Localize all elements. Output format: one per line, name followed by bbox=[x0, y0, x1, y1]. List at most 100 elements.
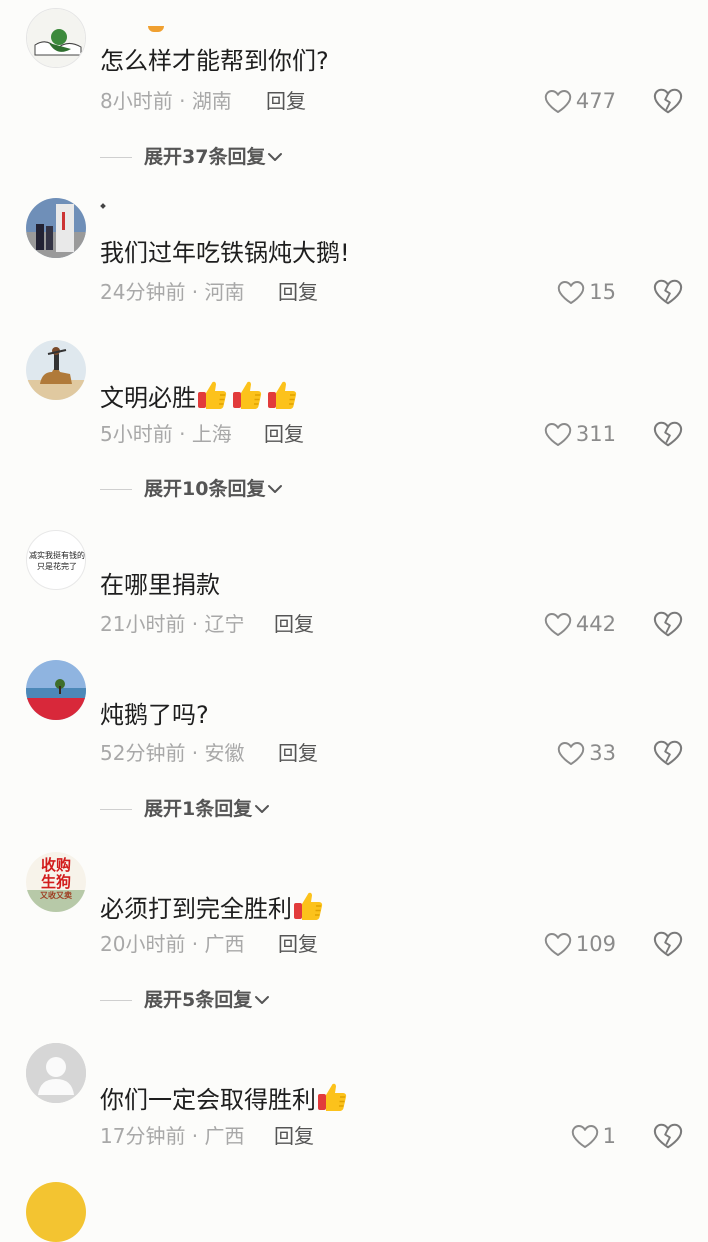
expand-replies-button[interactable]: 展开10条回复 bbox=[100, 477, 283, 501]
reply-button[interactable]: 回复 bbox=[274, 1123, 314, 1149]
heart-outline-icon bbox=[557, 280, 585, 305]
comment-time: 5小时前 bbox=[100, 422, 173, 446]
comment-time: 24分钟前 bbox=[100, 280, 186, 304]
like-button[interactable]: 109 bbox=[544, 931, 616, 957]
avatar-photo bbox=[26, 660, 86, 720]
divider-line bbox=[100, 488, 132, 490]
expand-replies-button[interactable]: 展开1条回复 bbox=[100, 797, 270, 821]
broken-heart-icon[interactable] bbox=[653, 610, 683, 638]
divider-line bbox=[100, 808, 132, 810]
comment-text: 怎么样才能帮到你们? bbox=[100, 47, 329, 75]
comment-time: 8小时前 bbox=[100, 89, 173, 113]
comment-time: 21小时前 bbox=[100, 612, 186, 636]
thumbs-up-emoji bbox=[196, 379, 228, 411]
comment-location: 广西 bbox=[204, 1124, 245, 1148]
reply-button[interactable]: 回复 bbox=[278, 931, 318, 957]
broken-heart-icon[interactable] bbox=[653, 739, 683, 767]
comment-meta: 5小时前 · 上海 bbox=[100, 421, 232, 447]
comment-location: 上海 bbox=[191, 422, 232, 446]
avatar-illustration bbox=[27, 9, 85, 67]
comment-location: 湖南 bbox=[191, 89, 232, 113]
heart-outline-icon bbox=[544, 422, 572, 447]
avatar-photo bbox=[26, 340, 86, 400]
expand-replies-button[interactable]: 展开37条回复 bbox=[100, 145, 283, 169]
comment-location: 河南 bbox=[204, 280, 245, 304]
like-button[interactable]: 1 bbox=[571, 1123, 616, 1149]
comment-text: 炖鹅了吗? bbox=[100, 701, 209, 729]
thumbs-up-emoji bbox=[292, 890, 324, 922]
like-count: 109 bbox=[575, 932, 616, 956]
heart-outline-icon bbox=[557, 741, 585, 766]
avatar[interactable] bbox=[26, 1043, 86, 1103]
expand-replies-label: 展开37条回复 bbox=[144, 146, 266, 168]
broken-heart-icon[interactable] bbox=[653, 420, 683, 448]
expand-replies-button[interactable]: 展开5条回复 bbox=[100, 988, 270, 1012]
comment-text: 文明必胜 bbox=[100, 379, 298, 413]
broken-heart-icon[interactable] bbox=[653, 87, 683, 115]
meta-separator: · bbox=[185, 932, 205, 956]
avatar-text-line: 只是花完了 bbox=[37, 562, 77, 571]
avatar[interactable] bbox=[26, 660, 86, 720]
avatar[interactable] bbox=[26, 1182, 86, 1242]
chevron-down-icon bbox=[267, 152, 283, 162]
like-button[interactable]: 15 bbox=[557, 279, 616, 305]
reply-button[interactable]: 回复 bbox=[266, 88, 306, 114]
meta-separator: · bbox=[172, 422, 192, 446]
thumbs-up-emoji bbox=[266, 379, 298, 411]
avatar[interactable] bbox=[26, 8, 86, 68]
comment-time: 52分钟前 bbox=[100, 741, 186, 765]
meta-separator: · bbox=[172, 89, 192, 113]
comment-text-value: 必须打到完全胜利 bbox=[100, 895, 292, 923]
thumbs-up-emoji bbox=[316, 1081, 348, 1113]
avatar[interactable] bbox=[26, 340, 86, 400]
avatar-text-line: 减实我挺有钱的 bbox=[29, 551, 85, 560]
meta-separator: · bbox=[185, 612, 205, 636]
comment-text: 在哪里捐款 bbox=[100, 571, 220, 599]
broken-heart-icon[interactable] bbox=[653, 1122, 683, 1150]
reply-button[interactable]: 回复 bbox=[278, 740, 318, 766]
comment-meta: 21小时前 · 辽宁 bbox=[100, 611, 245, 637]
meta-separator: · bbox=[185, 1124, 205, 1148]
comment-meta: 8小时前 · 湖南 bbox=[100, 88, 232, 114]
reply-button[interactable]: 回复 bbox=[274, 611, 314, 637]
avatar[interactable] bbox=[26, 198, 86, 258]
heart-outline-icon bbox=[544, 932, 572, 957]
avatar-photo bbox=[26, 198, 86, 258]
username-fragment bbox=[100, 203, 106, 209]
comment-time: 17分钟前 bbox=[100, 1124, 186, 1148]
avatar-text: 减实我挺有钱的 只是花完了 bbox=[27, 550, 85, 572]
like-button[interactable]: 442 bbox=[544, 611, 616, 637]
heart-outline-icon bbox=[544, 89, 572, 114]
like-button[interactable]: 33 bbox=[557, 740, 616, 766]
like-count: 311 bbox=[575, 422, 616, 446]
comment-meta: 24分钟前 · 河南 bbox=[100, 279, 245, 305]
reply-button[interactable]: 回复 bbox=[264, 421, 304, 447]
default-user-icon bbox=[26, 1043, 86, 1103]
reply-button[interactable]: 回复 bbox=[278, 279, 318, 305]
broken-heart-icon[interactable] bbox=[653, 278, 683, 306]
expand-replies-label: 展开10条回复 bbox=[144, 478, 266, 500]
like-count: 1 bbox=[602, 1124, 616, 1148]
like-button[interactable]: 477 bbox=[544, 88, 616, 114]
chevron-down-icon bbox=[267, 484, 283, 494]
comment-text: 你们一定会取得胜利 bbox=[100, 1081, 348, 1115]
expand-replies-label: 展开1条回复 bbox=[144, 798, 253, 820]
comment-time: 20小时前 bbox=[100, 932, 186, 956]
comment-location: 广西 bbox=[204, 932, 245, 956]
avatar-background bbox=[26, 890, 86, 912]
chevron-down-icon bbox=[254, 995, 270, 1005]
avatar[interactable]: 收购 生狗 又收又卖 bbox=[26, 852, 86, 912]
like-count: 33 bbox=[589, 741, 616, 765]
heart-outline-icon bbox=[544, 612, 572, 637]
meta-separator: · bbox=[185, 741, 205, 765]
comment-location: 辽宁 bbox=[204, 612, 245, 636]
broken-heart-icon[interactable] bbox=[653, 930, 683, 958]
like-count: 15 bbox=[589, 280, 616, 304]
divider-line bbox=[100, 999, 132, 1001]
like-button[interactable]: 311 bbox=[544, 421, 616, 447]
comment-meta: 20小时前 · 广西 bbox=[100, 931, 245, 957]
avatar[interactable]: 减实我挺有钱的 只是花完了 bbox=[26, 530, 86, 590]
like-count: 442 bbox=[575, 612, 616, 636]
meta-separator: · bbox=[185, 280, 205, 304]
avatar-text-line: 收购 bbox=[40, 856, 71, 874]
